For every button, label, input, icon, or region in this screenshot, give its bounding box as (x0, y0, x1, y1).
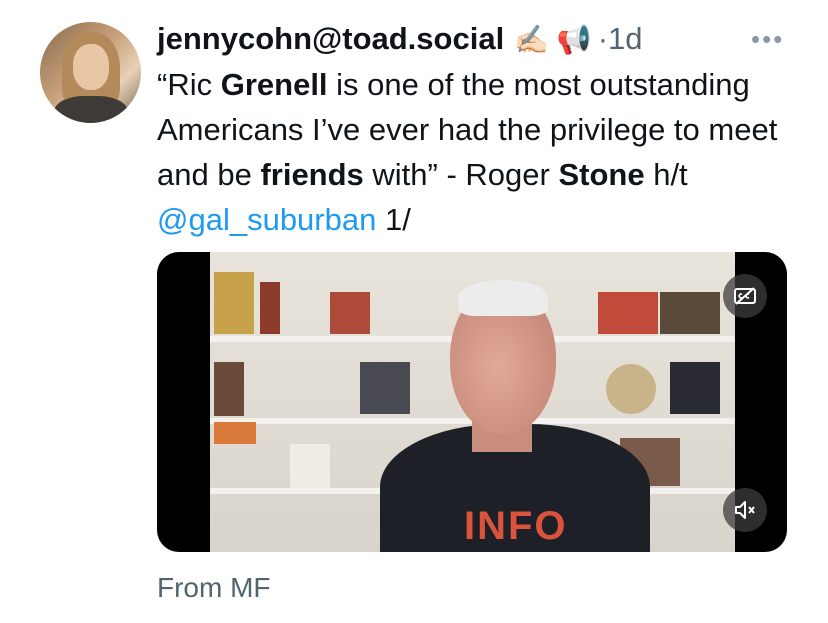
post-timestamp[interactable]: 1d (608, 21, 642, 57)
mention-link[interactable]: @gal_suburban (157, 202, 376, 237)
time-separator: · (597, 21, 609, 56)
bold-text-segment: friends (260, 157, 364, 192)
more-options-icon[interactable]: ••• (751, 24, 784, 55)
speaker-hair (458, 280, 548, 316)
video-frame: INFO (210, 252, 735, 552)
text-segment: “Ric (157, 67, 221, 102)
avatar-body (54, 96, 128, 123)
bold-text-segment: Grenell (220, 67, 328, 102)
author-handle[interactable]: jennycohn@toad.social (157, 21, 504, 57)
text-segment: h/t (644, 157, 688, 192)
bold-text-segment: Stone (558, 157, 645, 192)
shirt-logo-text: INFO (464, 504, 568, 548)
post-header: jennycohn@toad.social ✍🏻 📢 · 1d (157, 18, 643, 60)
post-text-suffix: 1/ (376, 202, 411, 237)
avatar-face (73, 44, 109, 90)
post-text: “Ric Grenell is one of the most outstand… (157, 62, 797, 242)
source-label: From MF (157, 572, 271, 603)
text-segment: with” - Roger (363, 157, 559, 192)
author-avatar[interactable] (40, 22, 141, 123)
handle-emoji: ✍🏻 📢 (514, 23, 592, 55)
muted-speaker-icon (735, 501, 755, 519)
mute-button[interactable] (723, 488, 767, 532)
video-player[interactable]: INFO (157, 252, 787, 552)
captions-button[interactable] (723, 274, 767, 318)
captions-icon (734, 287, 756, 305)
